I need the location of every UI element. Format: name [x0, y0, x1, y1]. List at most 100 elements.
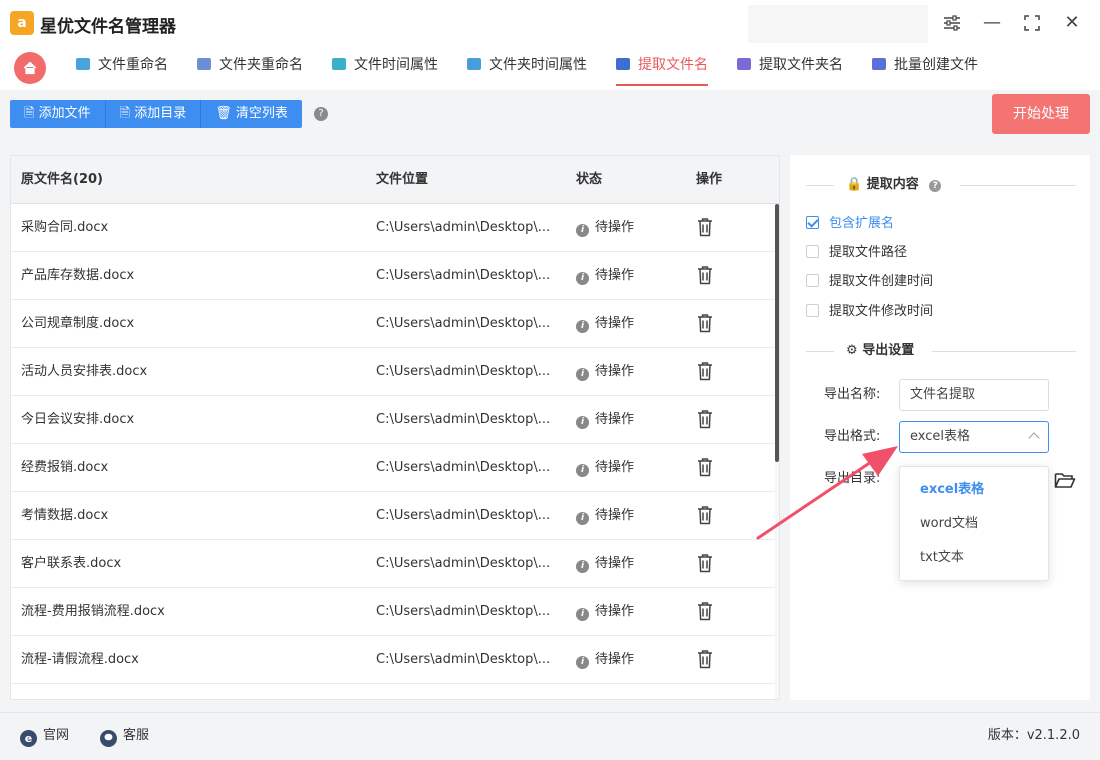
chat-bubble-icon [100, 730, 117, 747]
checkbox[interactable] [806, 274, 819, 287]
table-row[interactable]: 公司规章制度.docx C:\Users\admin\Desktop\... i 待操… [11, 300, 775, 348]
home-icon[interactable] [14, 52, 46, 84]
info-icon: i [576, 272, 589, 285]
tab-folder-rename[interactable]: 文件夹重命名 [197, 48, 303, 86]
delete-row-icon[interactable] [697, 361, 713, 381]
option-extract-created-time[interactable]: 提取文件创建时间 [806, 273, 933, 291]
tab-extract-foldername[interactable]: 提取文件夹名 [737, 48, 843, 86]
row-location: C:\Users\admin\Desktop\... [376, 220, 551, 235]
chevron-up-icon [1028, 432, 1040, 444]
row-status: i 待操作 [576, 492, 634, 540]
add-file-button[interactable]: 🗎 添加文件 [10, 100, 106, 128]
delete-row-icon[interactable] [697, 457, 713, 477]
table-header: 原文件名(20) 文件位置 状态 操作 [11, 156, 779, 204]
export-format-label: 导出格式: [824, 429, 881, 444]
info-icon: i [576, 224, 589, 237]
row-status: i 待操作 [576, 252, 634, 300]
table-row[interactable]: 流程-请假流程.docx C:\Users\admin\Desktop\... i 待… [11, 636, 775, 684]
start-processing-button[interactable]: 开始处理 [992, 94, 1090, 134]
row-location: C:\Users\admin\Desktop\... [376, 652, 551, 667]
help-icon[interactable]: ? [929, 180, 942, 192]
info-icon: i [576, 416, 589, 429]
row-location: C:\Users\admin\Desktop\... [376, 364, 551, 379]
option-extract-path[interactable]: 提取文件路径 [806, 244, 907, 262]
toolbar: 🗎 添加文件 🗎 添加目录 🗑 清空列表 [10, 100, 302, 128]
ie-icon: e [20, 730, 37, 747]
format-option-txt[interactable]: txt文本 [920, 548, 964, 568]
file-icon: 🗎 [119, 106, 135, 121]
row-status: i 待操作 [576, 588, 634, 636]
folder-open-icon[interactable] [1054, 470, 1076, 490]
app-title: 星优文件名管理器 [40, 17, 176, 37]
maximize-button[interactable] [1019, 10, 1045, 36]
row-filename: 经费报销.docx [21, 460, 109, 475]
tab-batch-create[interactable]: 批量创建文件 [872, 48, 978, 86]
format-option-word[interactable]: word文档 [920, 514, 978, 534]
sliders-icon[interactable] [939, 10, 965, 36]
row-status: i 待操作 [576, 204, 634, 252]
table-row[interactable]: 活动人员安排表.docx C:\Users\admin\Desktop\... i 待… [11, 348, 775, 396]
table-row[interactable]: 客户联系表.docx C:\Users\admin\Desktop\... i 待操作 [11, 540, 775, 588]
row-filename: 考情数据.docx [21, 508, 109, 523]
delete-row-icon[interactable] [697, 553, 713, 573]
checkbox[interactable] [806, 245, 819, 258]
header-action: 操作 [696, 172, 723, 187]
option-extract-modified-time[interactable]: 提取文件修改时间 [806, 303, 933, 321]
table-row[interactable]: 流程-费用报销流程.docx C:\Users\admin\Desktop\...… [11, 588, 775, 636]
table-row[interactable]: 考情数据.docx C:\Users\admin\Desktop\... i 待操作 [11, 492, 775, 540]
help-icon[interactable]: ? [314, 107, 328, 121]
delete-row-icon[interactable] [697, 313, 713, 333]
delete-row-icon[interactable] [697, 649, 713, 669]
lock-icon: 🔒 [846, 177, 863, 192]
checkbox[interactable] [806, 304, 819, 317]
info-icon: i [576, 608, 589, 621]
close-button[interactable]: ✕ [1059, 10, 1085, 36]
row-location: C:\Users\admin\Desktop\... [376, 508, 551, 523]
delete-row-icon[interactable] [697, 217, 713, 237]
support-link[interactable]: 客服 [100, 727, 149, 747]
row-status: i 待操作 [576, 444, 634, 492]
row-filename: 采购合同.docx [21, 220, 109, 235]
minimize-button[interactable]: — [979, 10, 1005, 36]
tab-extract-filename[interactable]: 提取文件名 [616, 48, 708, 86]
title-bar: a 星优文件名管理器 — ✕ [0, 0, 1100, 48]
export-settings-title: 导出设置 [862, 343, 915, 358]
export-name-input[interactable]: 文件名提取 [899, 379, 1049, 411]
settings-panel: 🔒 提取内容 ? 包含扩展名 提取文件路径 提取文件创建时间 提取文件修改时间 … [790, 155, 1090, 700]
info-icon: i [576, 320, 589, 333]
delete-row-icon[interactable] [697, 505, 713, 525]
info-icon: i [576, 464, 589, 477]
website-link[interactable]: e 官网 [20, 727, 69, 747]
delete-row-icon[interactable] [697, 409, 713, 429]
extract-foldername-icon [737, 58, 751, 70]
table-row[interactable]: 产品库存数据.docx C:\Users\admin\Desktop\... i 待操… [11, 252, 775, 300]
folder-time-icon [467, 58, 481, 70]
checkbox-checked[interactable] [806, 216, 819, 229]
folder-rename-icon [197, 58, 211, 70]
export-format-select[interactable]: excel表格 [899, 421, 1049, 453]
add-directory-button[interactable]: 🗎 添加目录 [105, 100, 202, 128]
format-option-excel[interactable]: excel表格 [920, 480, 984, 500]
info-icon: i [576, 560, 589, 573]
header-filename: 原文件名(20) [21, 172, 103, 187]
table-row[interactable]: 采购合同.docx C:\Users\admin\Desktop\... i 待操作 [11, 204, 775, 252]
option-include-extension[interactable]: 包含扩展名 [806, 215, 894, 233]
file-table: 原文件名(20) 文件位置 状态 操作 采购合同.docx C:\Users\ad… [10, 155, 780, 700]
table-row[interactable]: 今日会议安排.docx C:\Users\admin\Desktop\... i 待操… [11, 396, 775, 444]
tab-file-rename[interactable]: 文件重命名 [76, 48, 168, 86]
tab-file-time[interactable]: 文件时间属性 [332, 48, 438, 86]
table-row[interactable]: 经费报销.docx C:\Users\admin\Desktop\... i 待操作 [11, 444, 775, 492]
scrollbar-thumb[interactable] [775, 204, 779, 462]
delete-row-icon[interactable] [697, 601, 713, 621]
app-logo: a [10, 11, 34, 35]
tab-folder-time[interactable]: 文件夹时间属性 [467, 48, 587, 86]
delete-row-icon[interactable] [697, 265, 713, 285]
clear-list-button[interactable]: 🗑 清空列表 [201, 100, 302, 128]
info-icon: i [576, 368, 589, 381]
row-status: i 待操作 [576, 396, 634, 444]
title-search-box[interactable] [748, 5, 928, 43]
extract-content-section: 🔒 提取内容 ? [790, 175, 1090, 195]
export-dir-label: 导出目录: [824, 471, 881, 486]
row-filename: 今日会议安排.docx [21, 412, 135, 427]
row-filename: 流程-请假流程.docx [21, 652, 139, 667]
